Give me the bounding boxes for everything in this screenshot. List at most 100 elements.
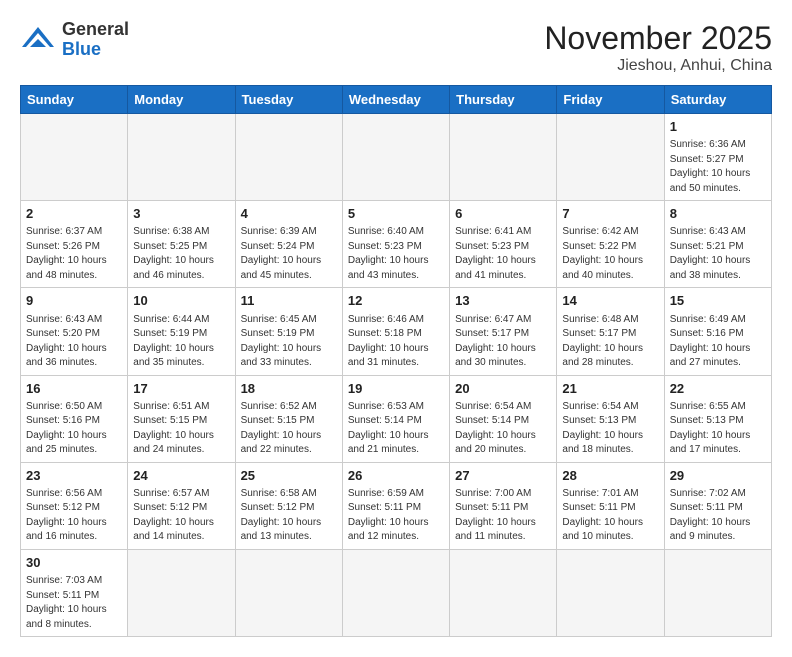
calendar-cell: 14Sunrise: 6:48 AM Sunset: 5:17 PM Dayli… xyxy=(557,288,664,375)
day-number: 14 xyxy=(562,292,658,310)
day-number: 19 xyxy=(348,380,444,398)
calendar-header-sunday: Sunday xyxy=(21,86,128,114)
day-info: Sunrise: 6:50 AM Sunset: 5:16 PM Dayligh… xyxy=(26,400,122,458)
day-info: Sunrise: 6:38 AM Sunset: 5:25 PM Dayligh… xyxy=(133,225,229,283)
day-info: Sunrise: 6:36 AM Sunset: 5:27 PM Dayligh… xyxy=(670,138,766,196)
calendar-cell: 29 Sunrise: 7:02 AM Sunset: 5:11 PM Dayli… xyxy=(664,462,771,549)
day-number: 1 xyxy=(670,118,766,136)
day-info: Sunrise: 6:49 AM Sunset: 5:16 PM Dayligh… xyxy=(670,313,766,371)
day-number: 2 xyxy=(26,205,122,223)
day-info: Sunrise: 6:47 AM Sunset: 5:17 PM Dayligh… xyxy=(455,313,551,371)
calendar-cell: 9 Sunrise: 6:43 AM Sunset: 5:20 PM Daylig… xyxy=(21,288,128,375)
day-info: Sunrise: 6:54 AM Sunset: 5:14 PM Dayligh… xyxy=(455,400,551,458)
calendar-cell xyxy=(235,549,342,636)
day-number: 4 xyxy=(241,205,337,223)
calendar-cell: 5Sunrise: 6:40 AM Sunset: 5:23 PM Daylig… xyxy=(342,201,449,288)
day-info: Sunrise: 6:39 AM Sunset: 5:24 PM Dayligh… xyxy=(241,225,337,283)
calendar-cell: 19 Sunrise: 6:53 AM Sunset: 5:14 PM Dayli… xyxy=(342,375,449,462)
calendar-week-2: 2 Sunrise: 6:37 AM Sunset: 5:26 PM Daylig… xyxy=(21,201,772,288)
calendar-cell: 26Sunrise: 6:59 AM Sunset: 5:11 PM Dayli… xyxy=(342,462,449,549)
day-number: 25 xyxy=(241,467,337,485)
calendar-cell: 13 Sunrise: 6:47 AM Sunset: 5:17 PM Dayli… xyxy=(450,288,557,375)
day-number: 11 xyxy=(241,292,337,310)
day-number: 17 xyxy=(133,380,229,398)
day-info: Sunrise: 6:57 AM Sunset: 5:12 PM Dayligh… xyxy=(133,487,229,545)
day-number: 23 xyxy=(26,467,122,485)
day-info: Sunrise: 6:45 AM Sunset: 5:19 PM Dayligh… xyxy=(241,313,337,371)
day-number: 28 xyxy=(562,467,658,485)
calendar-week-1: 1 Sunrise: 6:36 AM Sunset: 5:27 PM Daylig… xyxy=(21,114,772,201)
location: Jieshou, Anhui, China xyxy=(544,57,772,75)
calendar-cell: 30 Sunrise: 7:03 AM Sunset: 5:11 PM Dayli… xyxy=(21,549,128,636)
month-title: November 2025 xyxy=(544,20,772,57)
day-info: Sunrise: 6:40 AM Sunset: 5:23 PM Dayligh… xyxy=(348,225,444,283)
day-info: Sunrise: 6:52 AM Sunset: 5:15 PM Dayligh… xyxy=(241,400,337,458)
day-info: Sunrise: 7:03 AM Sunset: 5:11 PM Dayligh… xyxy=(26,574,122,632)
calendar-cell: 2 Sunrise: 6:37 AM Sunset: 5:26 PM Daylig… xyxy=(21,201,128,288)
day-number: 29 xyxy=(670,467,766,485)
day-info: Sunrise: 6:59 AM Sunset: 5:11 PM Dayligh… xyxy=(348,487,444,545)
calendar-cell xyxy=(128,549,235,636)
calendar-cell: 12Sunrise: 6:46 AM Sunset: 5:18 PM Dayli… xyxy=(342,288,449,375)
calendar-cell: 24Sunrise: 6:57 AM Sunset: 5:12 PM Dayli… xyxy=(128,462,235,549)
logo-text: General Blue xyxy=(62,20,129,60)
day-number: 9 xyxy=(26,292,122,310)
day-number: 13 xyxy=(455,292,551,310)
calendar-cell xyxy=(557,114,664,201)
day-number: 10 xyxy=(133,292,229,310)
day-number: 7 xyxy=(562,205,658,223)
calendar-cell: 7 Sunrise: 6:42 AM Sunset: 5:22 PM Daylig… xyxy=(557,201,664,288)
calendar-cell: 4 Sunrise: 6:39 AM Sunset: 5:24 PM Daylig… xyxy=(235,201,342,288)
calendar-cell: 22 Sunrise: 6:55 AM Sunset: 5:13 PM Dayli… xyxy=(664,375,771,462)
calendar-header-tuesday: Tuesday xyxy=(235,86,342,114)
calendar-cell xyxy=(557,549,664,636)
day-number: 20 xyxy=(455,380,551,398)
day-info: Sunrise: 6:58 AM Sunset: 5:12 PM Dayligh… xyxy=(241,487,337,545)
calendar-cell: 1 Sunrise: 6:36 AM Sunset: 5:27 PM Daylig… xyxy=(664,114,771,201)
calendar-cell xyxy=(450,114,557,201)
day-info: Sunrise: 7:00 AM Sunset: 5:11 PM Dayligh… xyxy=(455,487,551,545)
calendar-week-5: 23Sunrise: 6:56 AM Sunset: 5:12 PM Dayli… xyxy=(21,462,772,549)
logo-icon xyxy=(20,25,56,55)
day-info: Sunrise: 6:44 AM Sunset: 5:19 PM Dayligh… xyxy=(133,313,229,371)
day-info: Sunrise: 6:37 AM Sunset: 5:26 PM Dayligh… xyxy=(26,225,122,283)
calendar-cell xyxy=(128,114,235,201)
day-number: 21 xyxy=(562,380,658,398)
day-number: 12 xyxy=(348,292,444,310)
day-info: Sunrise: 6:43 AM Sunset: 5:20 PM Dayligh… xyxy=(26,313,122,371)
day-number: 8 xyxy=(670,205,766,223)
day-number: 27 xyxy=(455,467,551,485)
logo-blue-text: Blue xyxy=(62,40,129,60)
logo-general-text: General xyxy=(62,20,129,40)
calendar-cell: 25 Sunrise: 6:58 AM Sunset: 5:12 PM Dayli… xyxy=(235,462,342,549)
calendar-cell: 17Sunrise: 6:51 AM Sunset: 5:15 PM Dayli… xyxy=(128,375,235,462)
day-number: 22 xyxy=(670,380,766,398)
day-info: Sunrise: 7:02 AM Sunset: 5:11 PM Dayligh… xyxy=(670,487,766,545)
calendar-cell: 15 Sunrise: 6:49 AM Sunset: 5:16 PM Dayli… xyxy=(664,288,771,375)
day-info: Sunrise: 6:41 AM Sunset: 5:23 PM Dayligh… xyxy=(455,225,551,283)
calendar-cell: 28Sunrise: 7:01 AM Sunset: 5:11 PM Dayli… xyxy=(557,462,664,549)
calendar-week-3: 9 Sunrise: 6:43 AM Sunset: 5:20 PM Daylig… xyxy=(21,288,772,375)
calendar-cell: 8Sunrise: 6:43 AM Sunset: 5:21 PM Daylig… xyxy=(664,201,771,288)
logo: General Blue xyxy=(20,20,129,60)
calendar-cell xyxy=(664,549,771,636)
calendar-header-friday: Friday xyxy=(557,86,664,114)
calendar-header-wednesday: Wednesday xyxy=(342,86,449,114)
day-number: 15 xyxy=(670,292,766,310)
calendar-header-row: SundayMondayTuesdayWednesdayThursdayFrid… xyxy=(21,86,772,114)
calendar-cell: 3 Sunrise: 6:38 AM Sunset: 5:25 PM Daylig… xyxy=(128,201,235,288)
day-info: Sunrise: 6:53 AM Sunset: 5:14 PM Dayligh… xyxy=(348,400,444,458)
calendar-cell: 27 Sunrise: 7:00 AM Sunset: 5:11 PM Dayli… xyxy=(450,462,557,549)
calendar-cell: 6Sunrise: 6:41 AM Sunset: 5:23 PM Daylig… xyxy=(450,201,557,288)
day-number: 30 xyxy=(26,554,122,572)
calendar-week-6: 30 Sunrise: 7:03 AM Sunset: 5:11 PM Dayli… xyxy=(21,549,772,636)
day-info: Sunrise: 6:55 AM Sunset: 5:13 PM Dayligh… xyxy=(670,400,766,458)
day-number: 3 xyxy=(133,205,229,223)
calendar-cell: 11 Sunrise: 6:45 AM Sunset: 5:19 PM Dayli… xyxy=(235,288,342,375)
day-number: 18 xyxy=(241,380,337,398)
day-number: 16 xyxy=(26,380,122,398)
calendar-cell: 10 Sunrise: 6:44 AM Sunset: 5:19 PM Dayli… xyxy=(128,288,235,375)
day-info: Sunrise: 6:42 AM Sunset: 5:22 PM Dayligh… xyxy=(562,225,658,283)
title-block: November 2025 Jieshou, Anhui, China xyxy=(544,20,772,75)
calendar-header-thursday: Thursday xyxy=(450,86,557,114)
